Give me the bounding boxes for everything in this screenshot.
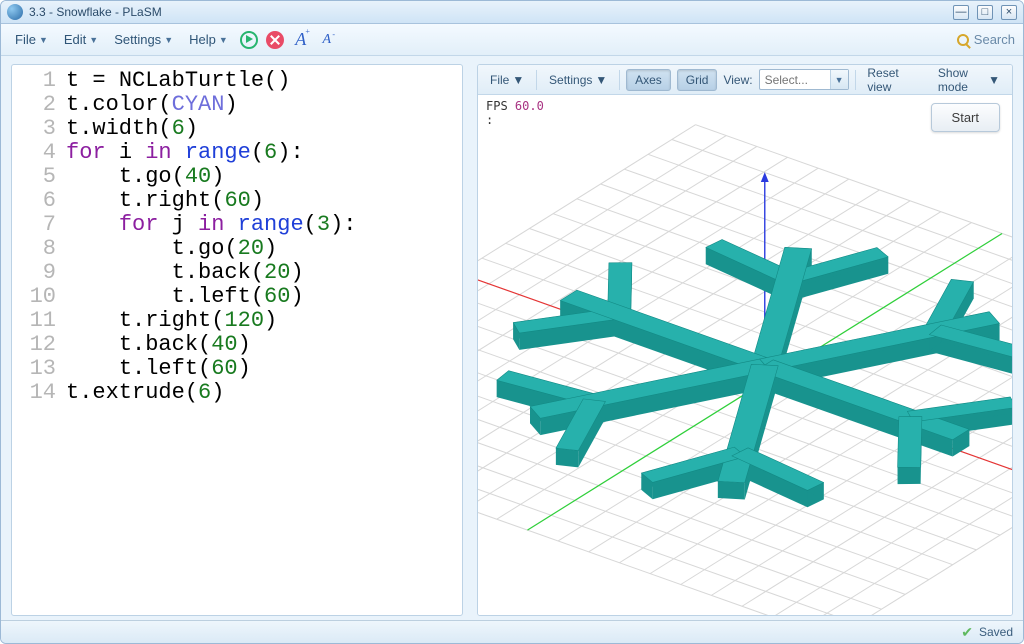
view-select-input[interactable] (760, 73, 830, 87)
viewer-panel: File▼ Settings▼ Axes Grid View: ▼ Reset … (477, 64, 1013, 616)
code-line[interactable]: 12 t.back(40) (12, 333, 462, 357)
viewer-menu-settings[interactable]: Settings▼ (543, 70, 613, 90)
line-number: 5 (12, 165, 66, 189)
code-line[interactable]: 3t.width(6) (12, 117, 462, 141)
app-window: 3.3 - Snowflake - PLaSM — □ × File▼ Edit… (0, 0, 1024, 644)
render-canvas (478, 95, 1012, 615)
menu-settings-label: Settings (114, 32, 161, 47)
code-editor[interactable]: 1t = NCLabTurtle()2t.color(CYAN)3t.width… (11, 64, 463, 616)
font-larger-icon: A+ (295, 29, 306, 50)
code-line[interactable]: 4for i in range(6): (12, 141, 462, 165)
chevron-down-icon[interactable]: ▼ (830, 70, 848, 89)
font-smaller-button[interactable]: A- (316, 29, 338, 51)
code-line[interactable]: 10 t.left(60) (12, 285, 462, 309)
maximize-button[interactable]: □ (977, 5, 993, 20)
code-line[interactable]: 11 t.right(120) (12, 309, 462, 333)
code-line[interactable]: 2t.color(CYAN) (12, 93, 462, 117)
menu-settings[interactable]: Settings▼ (108, 28, 179, 51)
menubar: File▼ Edit▼ Settings▼ Help▼ A+ A- Search (1, 24, 1023, 56)
statusbar: ✔ Saved (1, 620, 1023, 643)
code-line[interactable]: 14t.extrude(6) (12, 381, 462, 405)
search-button[interactable]: Search (957, 32, 1015, 47)
viewer-menu-file[interactable]: File▼ (484, 70, 530, 90)
minimize-button[interactable]: — (953, 5, 969, 20)
line-number: 12 (12, 333, 66, 357)
stop-icon (266, 31, 284, 49)
line-number: 11 (12, 309, 66, 333)
code-line[interactable]: 1t = NCLabTurtle() (12, 69, 462, 93)
stop-button[interactable] (264, 29, 286, 51)
line-number: 7 (12, 213, 66, 237)
window-title: 3.3 - Snowflake - PLaSM (29, 5, 945, 19)
menu-file[interactable]: File▼ (9, 28, 54, 51)
menu-file-label: File (15, 32, 36, 47)
line-number: 3 (12, 117, 66, 141)
titlebar: 3.3 - Snowflake - PLaSM — □ × (1, 1, 1023, 24)
content-area: 1t = NCLabTurtle()2t.color(CYAN)3t.width… (1, 56, 1023, 620)
line-number: 1 (12, 69, 66, 93)
menu-help-label: Help (189, 32, 216, 47)
app-logo-icon (7, 4, 23, 20)
start-button[interactable]: Start (931, 103, 1000, 132)
reset-view-button[interactable]: Reset view (861, 64, 920, 97)
line-number: 4 (12, 141, 66, 165)
check-icon: ✔ (961, 624, 973, 641)
code-line[interactable]: 6 t.right(60) (12, 189, 462, 213)
play-icon (240, 31, 258, 49)
code-line[interactable]: 8 t.go(20) (12, 237, 462, 261)
code-line[interactable]: 13 t.left(60) (12, 357, 462, 381)
viewer-3d[interactable]: FPS 60.0: Start (478, 95, 1012, 615)
code-line[interactable]: 5 t.go(40) (12, 165, 462, 189)
font-smaller-icon: A- (323, 32, 332, 48)
line-number: 9 (12, 261, 66, 285)
toggle-grid[interactable]: Grid (677, 69, 718, 91)
line-number: 14 (12, 381, 66, 405)
status-saved: Saved (979, 625, 1013, 639)
toggle-axes[interactable]: Axes (626, 69, 671, 91)
line-number: 2 (12, 93, 66, 117)
close-button[interactable]: × (1001, 5, 1017, 20)
search-label: Search (974, 32, 1015, 47)
fps-display: FPS 60.0: (486, 99, 544, 127)
code-line[interactable]: 7 for j in range(3): (12, 213, 462, 237)
line-number: 13 (12, 357, 66, 381)
line-number: 6 (12, 189, 66, 213)
menu-help[interactable]: Help▼ (183, 28, 234, 51)
search-icon (957, 34, 969, 46)
menu-edit-label: Edit (64, 32, 86, 47)
view-label: View: (723, 73, 752, 87)
view-select[interactable]: ▼ (759, 69, 849, 90)
font-larger-button[interactable]: A+ (290, 29, 312, 51)
run-button[interactable] (238, 29, 260, 51)
show-mode-menu[interactable]: Show mode▼ (932, 64, 1006, 97)
line-number: 10 (12, 285, 66, 309)
line-number: 8 (12, 237, 66, 261)
menu-edit[interactable]: Edit▼ (58, 28, 104, 51)
viewer-toolbar: File▼ Settings▼ Axes Grid View: ▼ Reset … (478, 65, 1012, 95)
code-line[interactable]: 9 t.back(20) (12, 261, 462, 285)
